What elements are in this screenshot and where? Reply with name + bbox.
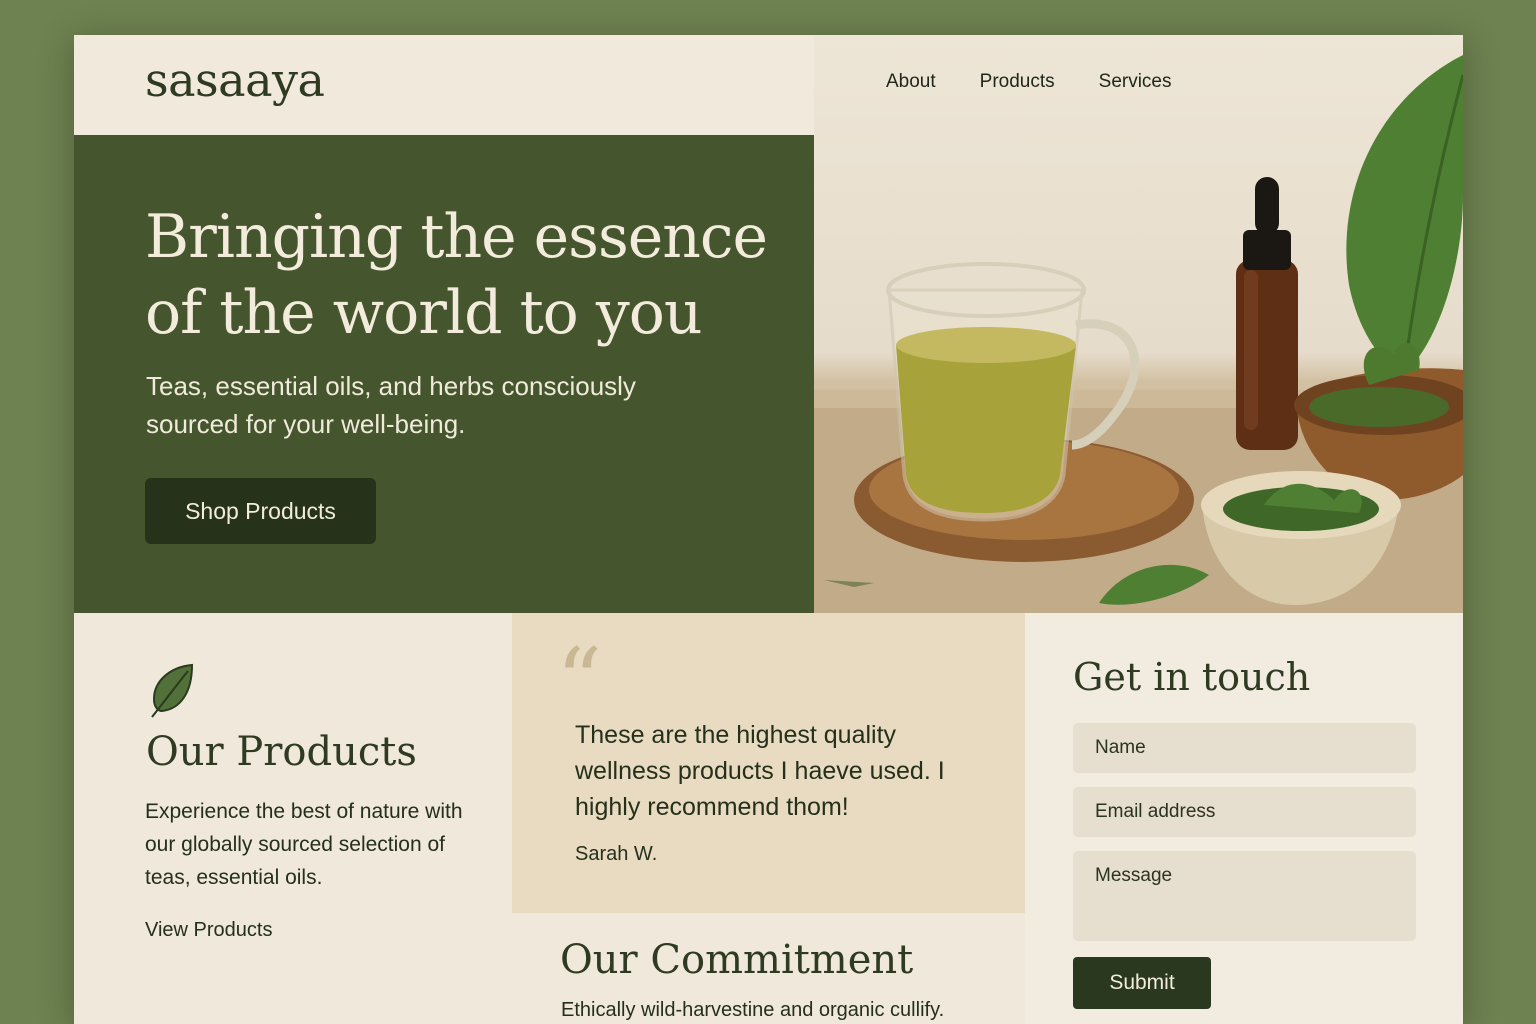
hero-title: Bringing the essence of the world to you — [145, 202, 768, 348]
message-field[interactable] — [1073, 851, 1416, 941]
tea-still-life-illustration — [814, 55, 1463, 613]
testimonial-author: Sarah W. — [575, 843, 658, 865]
testimonial-text: These are the highest quality wellness p… — [575, 721, 945, 821]
contact-heading: Get in touch — [1073, 655, 1311, 699]
nav-services[interactable]: Services — [1099, 71, 1172, 93]
quote-mark-icon: “ — [556, 629, 603, 734]
landing-page: sasaaya About Products Services Bringing… — [74, 35, 1463, 1024]
name-field[interactable] — [1073, 723, 1416, 773]
submit-button[interactable]: Submit — [1073, 957, 1211, 1009]
testimonial-section: “ These are the highest quality wellness… — [512, 613, 1025, 913]
email-field[interactable] — [1073, 787, 1416, 837]
shop-products-button[interactable]: Shop Products — [145, 478, 376, 544]
commitment-text: Ethically wild-harvestine and organic cu… — [561, 999, 945, 1021]
commitment-heading: Our Commitment — [560, 937, 914, 983]
brand-logo[interactable]: sasaaya — [145, 53, 325, 107]
leaf-icon — [151, 663, 194, 718]
hero-section: Bringing the essence of the world to you… — [74, 135, 814, 613]
commitment-section: Our Commitment Ethically wild-harvestine… — [512, 913, 1025, 1024]
view-products-link[interactable]: View Products — [145, 919, 272, 942]
products-description: Experience the best of nature with our g… — [145, 800, 463, 889]
nav-about[interactable]: About — [886, 71, 936, 93]
hero-image — [814, 35, 1463, 613]
main-nav: About Products Services — [886, 71, 1172, 93]
hero-subtitle: Teas, essential oils, and herbs consciou… — [146, 371, 636, 439]
products-heading: Our Products — [146, 729, 417, 775]
products-section: Our Products Experience the best of natu… — [74, 613, 512, 1024]
nav-products[interactable]: Products — [980, 71, 1055, 93]
contact-section: Get in touch Submit — [1025, 613, 1463, 1024]
site-header: sasaaya — [74, 35, 814, 135]
